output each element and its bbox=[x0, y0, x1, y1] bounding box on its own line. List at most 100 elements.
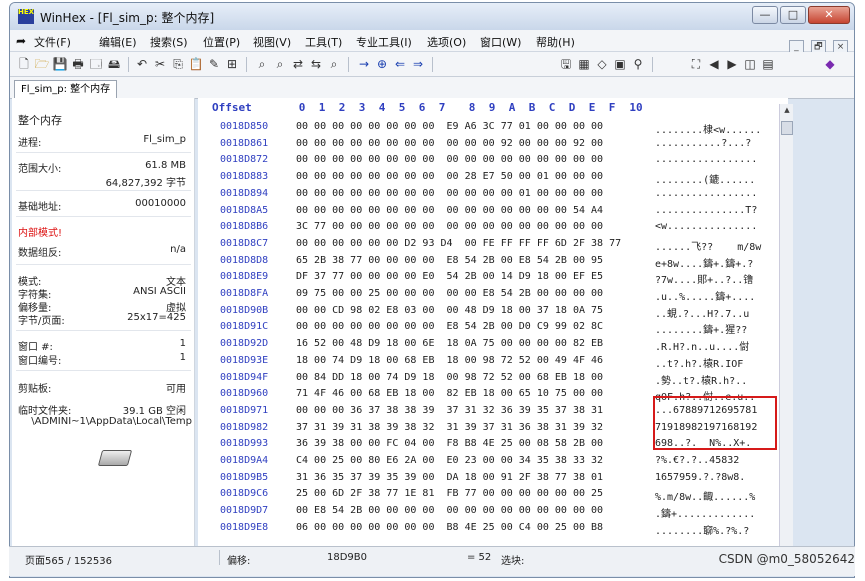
disk-tool-icon[interactable]: 🖫 bbox=[558, 57, 574, 72]
next-icon[interactable]: ▶ bbox=[724, 57, 740, 72]
row-ascii[interactable]: ?%.€?.?..45832 bbox=[655, 455, 739, 466]
row-hex-bytes[interactable]: 00 00 CD 98 02 E8 03 00 00 48 D9 18 00 3… bbox=[296, 305, 603, 316]
menu-tools[interactable]: 工具(T) bbox=[305, 34, 342, 50]
row-ascii[interactable]: ...............T? bbox=[655, 205, 757, 216]
hex-row[interactable]: 0018D9B5 31 36 35 37 39 35 39 00 DA 18 00… bbox=[198, 471, 788, 487]
print-icon[interactable]: 🖶 bbox=[70, 57, 86, 72]
vertical-scrollbar[interactable]: ▲ bbox=[779, 104, 793, 546]
menu-help[interactable]: 帮助(H) bbox=[536, 34, 575, 50]
paste-icon[interactable]: 📋 bbox=[188, 57, 204, 72]
hex-row[interactable]: 0018D861 00 00 00 00 00 00 00 00 00 00 00… bbox=[198, 137, 788, 153]
menu-search[interactable]: 搜索(S) bbox=[150, 34, 188, 50]
hex-row[interactable]: 0018D93E 18 00 74 D9 18 00 68 EB 18 00 98… bbox=[198, 354, 788, 370]
scan-icon[interactable]: ⛶ bbox=[688, 57, 704, 72]
menu-file[interactable]: 文件(F) bbox=[34, 34, 71, 50]
row-hex-bytes[interactable]: 00 00 00 00 00 00 00 00 E9 A6 3C 77 01 0… bbox=[296, 121, 603, 132]
row-hex-bytes[interactable]: 31 36 35 37 39 35 39 00 DA 18 00 91 2F 3… bbox=[296, 472, 603, 483]
replace-icon[interactable]: ⇄ bbox=[290, 57, 306, 72]
row-ascii[interactable]: ?7w....郥+..?..镥 bbox=[655, 271, 753, 286]
snapshot-icon[interactable]: ▤ bbox=[760, 57, 776, 72]
properties-icon[interactable]: 🗔 bbox=[88, 57, 104, 72]
save-icon[interactable]: 💾 bbox=[52, 57, 68, 72]
row-ascii[interactable]: <w............... bbox=[655, 221, 757, 232]
row-hex-bytes[interactable]: 00 00 00 00 00 00 00 00 00 00 00 00 00 0… bbox=[296, 154, 603, 165]
row-ascii[interactable]: ........鑄+.猩?? bbox=[655, 321, 747, 336]
row-ascii[interactable]: ........(鏕...... bbox=[655, 171, 755, 186]
row-ascii[interactable]: ........窷%.?%.? bbox=[655, 522, 749, 537]
camera-icon[interactable]: ◫ bbox=[742, 57, 758, 72]
prev-icon[interactable]: ◀ bbox=[706, 57, 722, 72]
maximize-button[interactable]: □ bbox=[780, 6, 806, 24]
hex-row[interactable]: 0018D94F 00 84 DD 18 00 74 D9 18 00 98 72… bbox=[198, 371, 788, 387]
row-hex-bytes[interactable]: 00 00 00 36 37 38 38 39 37 31 32 36 39 3… bbox=[296, 405, 603, 416]
row-hex-bytes[interactable]: 00 00 00 00 00 00 00 00 00 00 00 92 00 0… bbox=[296, 138, 603, 149]
row-ascii[interactable]: ......飞?? m/8w bbox=[655, 238, 761, 253]
minimize-button[interactable]: — bbox=[752, 6, 778, 24]
menu-view[interactable]: 视图(V) bbox=[253, 34, 291, 50]
row-hex-bytes[interactable]: 3C 77 00 00 00 00 00 00 00 00 00 00 00 0… bbox=[296, 221, 603, 232]
open-disk-icon[interactable]: 🖴 bbox=[106, 57, 122, 72]
row-hex-bytes[interactable]: 00 00 00 00 00 00 00 00 E8 54 2B 00 D0 C… bbox=[296, 321, 603, 332]
row-ascii[interactable]: ................. bbox=[655, 188, 757, 199]
row-ascii[interactable]: ................. bbox=[655, 154, 757, 165]
copy-icon[interactable]: ⎘ bbox=[170, 57, 186, 72]
hex-row[interactable]: 0018D90B 00 00 CD 98 02 E8 03 00 00 48 D9… bbox=[198, 304, 788, 320]
row-ascii[interactable]: %.m/8w..齱......% bbox=[655, 488, 755, 503]
row-hex-bytes[interactable]: 00 00 00 00 00 00 00 00 00 00 00 00 00 0… bbox=[296, 205, 603, 216]
menu-arrow-icon[interactable]: ➦ bbox=[16, 34, 26, 48]
row-ascii[interactable]: ..t?.h?.榬R.IOF bbox=[655, 355, 743, 370]
row-hex-bytes[interactable]: C4 00 25 00 80 E6 2A 00 E0 23 00 00 34 3… bbox=[296, 455, 603, 466]
back-icon[interactable]: ⇐ bbox=[392, 57, 408, 72]
goto-offset-icon[interactable]: → bbox=[356, 57, 372, 72]
row-hex-bytes[interactable]: 65 2B 38 77 00 00 00 00 E8 54 2B 00 E8 5… bbox=[296, 255, 603, 266]
row-ascii[interactable]: 1657959.?.?8w8. bbox=[655, 472, 745, 483]
hex-row[interactable]: 0018D8C7 00 00 00 00 00 00 D2 93 D4 00 FE… bbox=[198, 237, 788, 253]
hex-row[interactable]: 0018D8D8 65 2B 38 77 00 00 00 00 E8 54 2B… bbox=[198, 254, 788, 270]
hex-row[interactable]: 0018D8B6 3C 77 00 00 00 00 00 00 00 00 00… bbox=[198, 220, 788, 236]
row-hex-bytes[interactable]: 18 00 74 D9 18 00 68 EB 18 00 98 72 52 0… bbox=[296, 355, 603, 366]
calculator-icon[interactable]: ▣ bbox=[612, 57, 628, 72]
find-icon[interactable]: ⌕ bbox=[254, 57, 270, 72]
goto-sector-icon[interactable]: ⊕ bbox=[374, 57, 390, 72]
tab-fl-sim-p[interactable]: Fl_sim_p: 整个内存 bbox=[14, 80, 118, 99]
menu-window[interactable]: 窗口(W) bbox=[480, 34, 521, 50]
find-again-icon[interactable]: ⌕ bbox=[326, 57, 342, 72]
hex-row[interactable]: 0018D8FA 09 75 00 00 25 00 00 00 00 00 E8… bbox=[198, 287, 788, 303]
hex-row[interactable]: 0018D8E9 DF 37 77 00 00 00 00 E0 54 2B 00… bbox=[198, 270, 788, 286]
row-hex-bytes[interactable]: 00 00 00 00 00 00 00 00 00 00 00 00 01 0… bbox=[296, 188, 603, 199]
hex-row[interactable]: 0018D92D 16 52 00 48 D9 18 00 6E 18 0A 75… bbox=[198, 337, 788, 353]
binary-icon[interactable]: ⊞ bbox=[224, 57, 240, 72]
menu-pro-tools[interactable]: 专业工具(I) bbox=[356, 34, 412, 50]
row-hex-bytes[interactable]: 00 00 00 00 00 00 00 00 00 28 E7 50 00 0… bbox=[296, 171, 603, 182]
close-button[interactable]: ✕ bbox=[808, 6, 850, 24]
hex-row[interactable]: 0018D91C 00 00 00 00 00 00 00 00 E8 54 2B… bbox=[198, 320, 788, 336]
row-hex-bytes[interactable]: 16 52 00 48 D9 18 00 6E 18 0A 75 00 00 0… bbox=[296, 338, 603, 349]
title-bar[interactable]: HEX WinHex - [Fl_sim_p: 整个内存] — □ ✕ bbox=[10, 3, 854, 30]
eraser-icon[interactable]: ◇ bbox=[594, 57, 610, 72]
row-ascii[interactable]: ........棣<w...... bbox=[655, 121, 761, 136]
scroll-thumb[interactable] bbox=[781, 121, 793, 135]
scroll-up-icon[interactable]: ▲ bbox=[781, 106, 793, 118]
menu-options[interactable]: 选项(O) bbox=[427, 34, 466, 50]
hex-row[interactable]: 0018D894 00 00 00 00 00 00 00 00 00 00 00… bbox=[198, 187, 788, 203]
forward-icon[interactable]: ⇒ bbox=[410, 57, 426, 72]
ram-tool-icon[interactable]: ▦ bbox=[576, 57, 592, 72]
row-hex-bytes[interactable]: 37 31 39 31 38 39 38 32 31 39 37 31 36 3… bbox=[296, 422, 603, 433]
book-icon[interactable]: ◆ bbox=[822, 57, 838, 72]
row-hex-bytes[interactable]: 00 84 DD 18 00 74 D9 18 00 98 72 52 00 6… bbox=[296, 372, 603, 383]
undo-icon[interactable]: ↶ bbox=[134, 57, 150, 72]
row-ascii[interactable]: .u..%.....鑄+.... bbox=[655, 288, 755, 303]
hex-row[interactable]: 0018D9C6 25 00 6D 2F 38 77 1E 81 FB 77 00… bbox=[198, 487, 788, 503]
row-hex-bytes[interactable]: 00 00 00 00 00 00 D2 93 D4 00 FE FF FF F… bbox=[296, 238, 621, 249]
row-ascii[interactable]: .R.H?.n..u....傠 bbox=[655, 338, 749, 353]
row-hex-bytes[interactable]: 25 00 6D 2F 38 77 1E 81 FB 77 00 00 00 0… bbox=[296, 488, 603, 499]
row-hex-bytes[interactable]: 09 75 00 00 25 00 00 00 00 00 E8 54 2B 0… bbox=[296, 288, 603, 299]
row-hex-bytes[interactable]: 06 00 00 00 00 00 00 00 B8 4E 25 00 C4 0… bbox=[296, 522, 603, 533]
write-icon[interactable]: ✎ bbox=[206, 57, 222, 72]
hex-row[interactable]: 0018D883 00 00 00 00 00 00 00 00 00 28 E7… bbox=[198, 170, 788, 186]
row-ascii[interactable]: ..蜆.?...H?.7..u bbox=[655, 305, 749, 320]
new-file-icon[interactable]: 🗋 bbox=[16, 57, 32, 72]
menu-edit[interactable]: 编辑(E) bbox=[99, 34, 137, 50]
row-ascii[interactable]: ...........?...? bbox=[655, 138, 751, 149]
row-ascii[interactable]: .鑄+............. bbox=[655, 505, 755, 520]
